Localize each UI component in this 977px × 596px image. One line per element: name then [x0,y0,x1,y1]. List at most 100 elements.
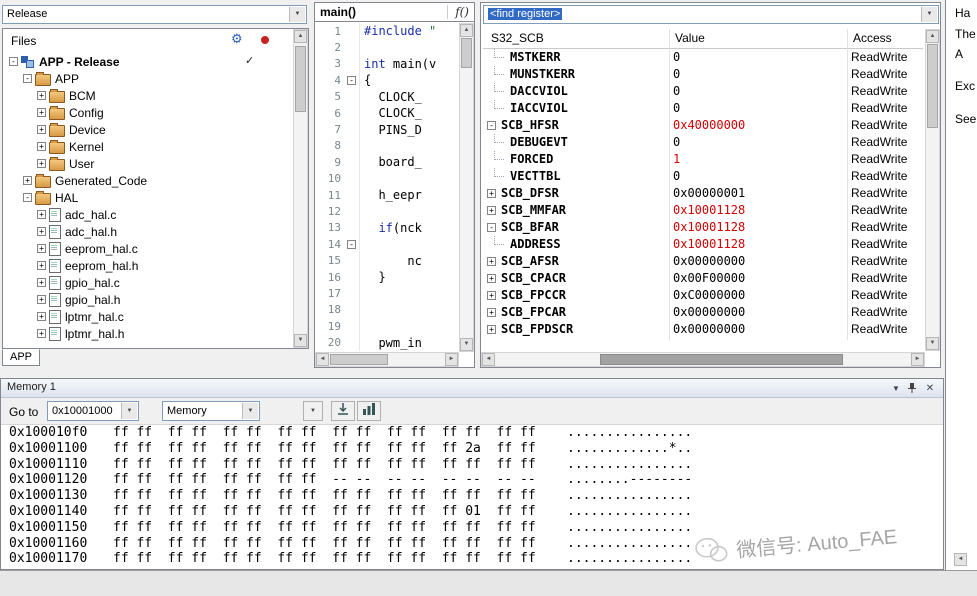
scroll-right-icon[interactable]: ► [911,353,924,366]
close-icon[interactable]: ✕ [923,382,937,395]
code-area[interactable]: 1#include "23int main(v4-{5 CLOCK_6 CLOC… [315,23,459,352]
register-row[interactable]: +SCB_FPDSCR0x00000000ReadWrite [483,321,923,338]
scrollbar-thumb[interactable] [461,38,472,68]
register-row[interactable]: IACCVIOL0ReadWrite [483,100,923,117]
tree-item[interactable]: +gpio_hal.c [5,274,292,291]
scroll-left-icon[interactable]: ◄ [482,353,495,366]
tree-item[interactable]: +eeprom_hal.h [5,257,292,274]
code-line[interactable]: 2 [315,39,459,55]
register-row[interactable]: DACCVIOL0ReadWrite [483,83,923,100]
expand-toggle[interactable]: + [37,244,46,253]
scroll-right-icon[interactable]: ► [445,353,458,366]
collapse-toggle[interactable]: - [23,74,32,83]
scroll-down-icon[interactable]: ▼ [460,338,473,351]
scrollbar-thumb[interactable] [330,354,388,365]
code-line[interactable]: 15 nc [315,252,459,268]
window-menu-icon[interactable]: ▼ [889,382,903,395]
expand-toggle[interactable]: + [487,274,496,283]
code-line[interactable]: 1#include " [315,23,459,39]
code-line[interactable]: 8 [315,138,459,154]
tree-item[interactable]: +BCM [5,87,292,104]
collapse-toggle[interactable]: - [9,57,18,66]
code-line[interactable]: 12 [315,203,459,219]
tree-item[interactable]: +Generated_Code [5,172,292,189]
register-row[interactable]: MUNSTKERR0ReadWrite [483,66,923,83]
register-row[interactable]: +SCB_AFSR0x00000000ReadWrite [483,253,923,270]
code-line[interactable]: 7 PINS_D [315,121,459,137]
tree-item[interactable]: +eeprom_hal.c [5,240,292,257]
scroll-up-icon[interactable]: ▲ [926,30,939,43]
pin-icon[interactable] [905,382,919,395]
register-row[interactable]: +SCB_MMFAR0x10001128ReadWrite [483,202,923,219]
register-row[interactable]: FORCED1ReadWrite [483,151,923,168]
expand-toggle[interactable]: + [487,308,496,317]
column-header-access[interactable]: Access [853,31,892,45]
register-scrollbar-vertical[interactable]: ▲ ▼ [925,29,940,351]
code-line[interactable]: 5 CLOCK_ [315,89,459,105]
fold-toggle-icon[interactable]: - [347,240,356,249]
scrollbar-thumb[interactable] [927,44,938,128]
goto-memory-icon-button[interactable] [331,401,355,421]
expand-toggle[interactable]: + [37,261,46,270]
collapse-toggle[interactable]: - [487,223,496,232]
scrollbar-thumb[interactable] [600,354,843,365]
tree-item[interactable]: +Config [5,104,292,121]
tree-item[interactable]: +lptmr_hal.c [5,308,292,325]
collapse-toggle[interactable]: - [487,121,496,130]
register-row[interactable]: MSTKERR0ReadWrite [483,49,923,66]
expand-toggle[interactable]: + [37,227,46,236]
expand-toggle[interactable]: + [37,210,46,219]
expand-toggle[interactable]: + [37,142,46,151]
tree-item[interactable]: -HAL [5,189,292,206]
register-row[interactable]: +SCB_FPCCR0xC0000000ReadWrite [483,287,923,304]
code-line[interactable]: 13 if(nck [315,220,459,236]
expand-toggle[interactable]: + [487,257,496,266]
build-config-select[interactable]: Release ▼ [2,5,307,24]
register-row[interactable]: +SCB_FPCAR0x00000000ReadWrite [483,304,923,321]
chevron-down-icon[interactable]: ▼ [289,7,305,22]
register-row[interactable]: +SCB_DFSR0x00000001ReadWrite [483,185,923,202]
register-row[interactable]: -SCB_BFAR0x10001128ReadWrite [483,219,923,236]
code-line[interactable]: 19 [315,318,459,334]
memory-row[interactable]: 0x10001120ff ff ff ff ff ff ff ff -- -- … [1,472,943,488]
scroll-down-icon[interactable]: ▼ [926,337,939,350]
function-selector[interactable]: main() [320,5,356,19]
memory-format-icon-button[interactable] [357,401,381,421]
code-line[interactable]: 11 h_eepr [315,187,459,203]
expand-toggle[interactable]: + [37,295,46,304]
chevron-down-icon[interactable]: ▼ [121,403,137,419]
code-line[interactable]: 14- [315,236,459,252]
memory-row[interactable]: 0x10001150ff ff ff ff ff ff ff ff ff ff … [1,520,943,536]
expand-toggle[interactable]: + [23,176,32,185]
chevron-down-icon[interactable]: ▼ [242,403,258,419]
expand-toggle[interactable]: + [37,159,46,168]
scroll-left-icon[interactable]: ◄ [316,353,329,366]
expand-toggle[interactable]: + [37,125,46,134]
memory-zone-combobox[interactable]: Memory ▼ [162,401,260,421]
tree-item[interactable]: +Kernel [5,138,292,155]
tree-item[interactable]: +lptmr_hal.h [5,325,292,342]
expand-toggle[interactable]: + [37,108,46,117]
expand-toggle[interactable]: + [37,312,46,321]
memory-title-bar[interactable]: Memory 1 ▼ ✕ [1,379,943,398]
column-header-register[interactable]: S32_SCB [491,31,544,45]
memory-row[interactable]: 0x10001130ff ff ff ff ff ff ff ff ff ff … [1,488,943,504]
files-scrollbar-vertical[interactable]: ▲ ▼ [293,29,308,348]
register-row[interactable]: VECTTBL0ReadWrite [483,168,923,185]
memory-row[interactable]: 0x10001170ff ff ff ff ff ff ff ff ff ff … [1,551,943,567]
tree-item[interactable]: -APP - Release✓ [5,53,292,70]
tree-item[interactable]: +Device [5,121,292,138]
tree-item[interactable]: +adc_hal.c [5,206,292,223]
memory-row[interactable]: 0x10001100ff ff ff ff ff ff ff ff ff ff … [1,441,943,457]
chevron-down-icon[interactable]: ▼ [921,7,937,22]
expand-toggle[interactable]: + [487,325,496,334]
tree-item[interactable]: -APP [5,70,292,87]
gear-icon[interactable]: ⚙ [231,31,243,47]
function-list-icon[interactable]: f() [447,5,469,19]
register-scrollbar-horizontal[interactable]: ◄ ► [481,352,925,367]
tree-item[interactable]: +adc_hal.h [5,223,292,240]
register-row[interactable]: +SCB_CPACR0x00F00000ReadWrite [483,270,923,287]
expand-toggle[interactable]: + [37,278,46,287]
code-line[interactable]: 6 CLOCK_ [315,105,459,121]
tree-item[interactable]: +gpio_hal.h [5,291,292,308]
